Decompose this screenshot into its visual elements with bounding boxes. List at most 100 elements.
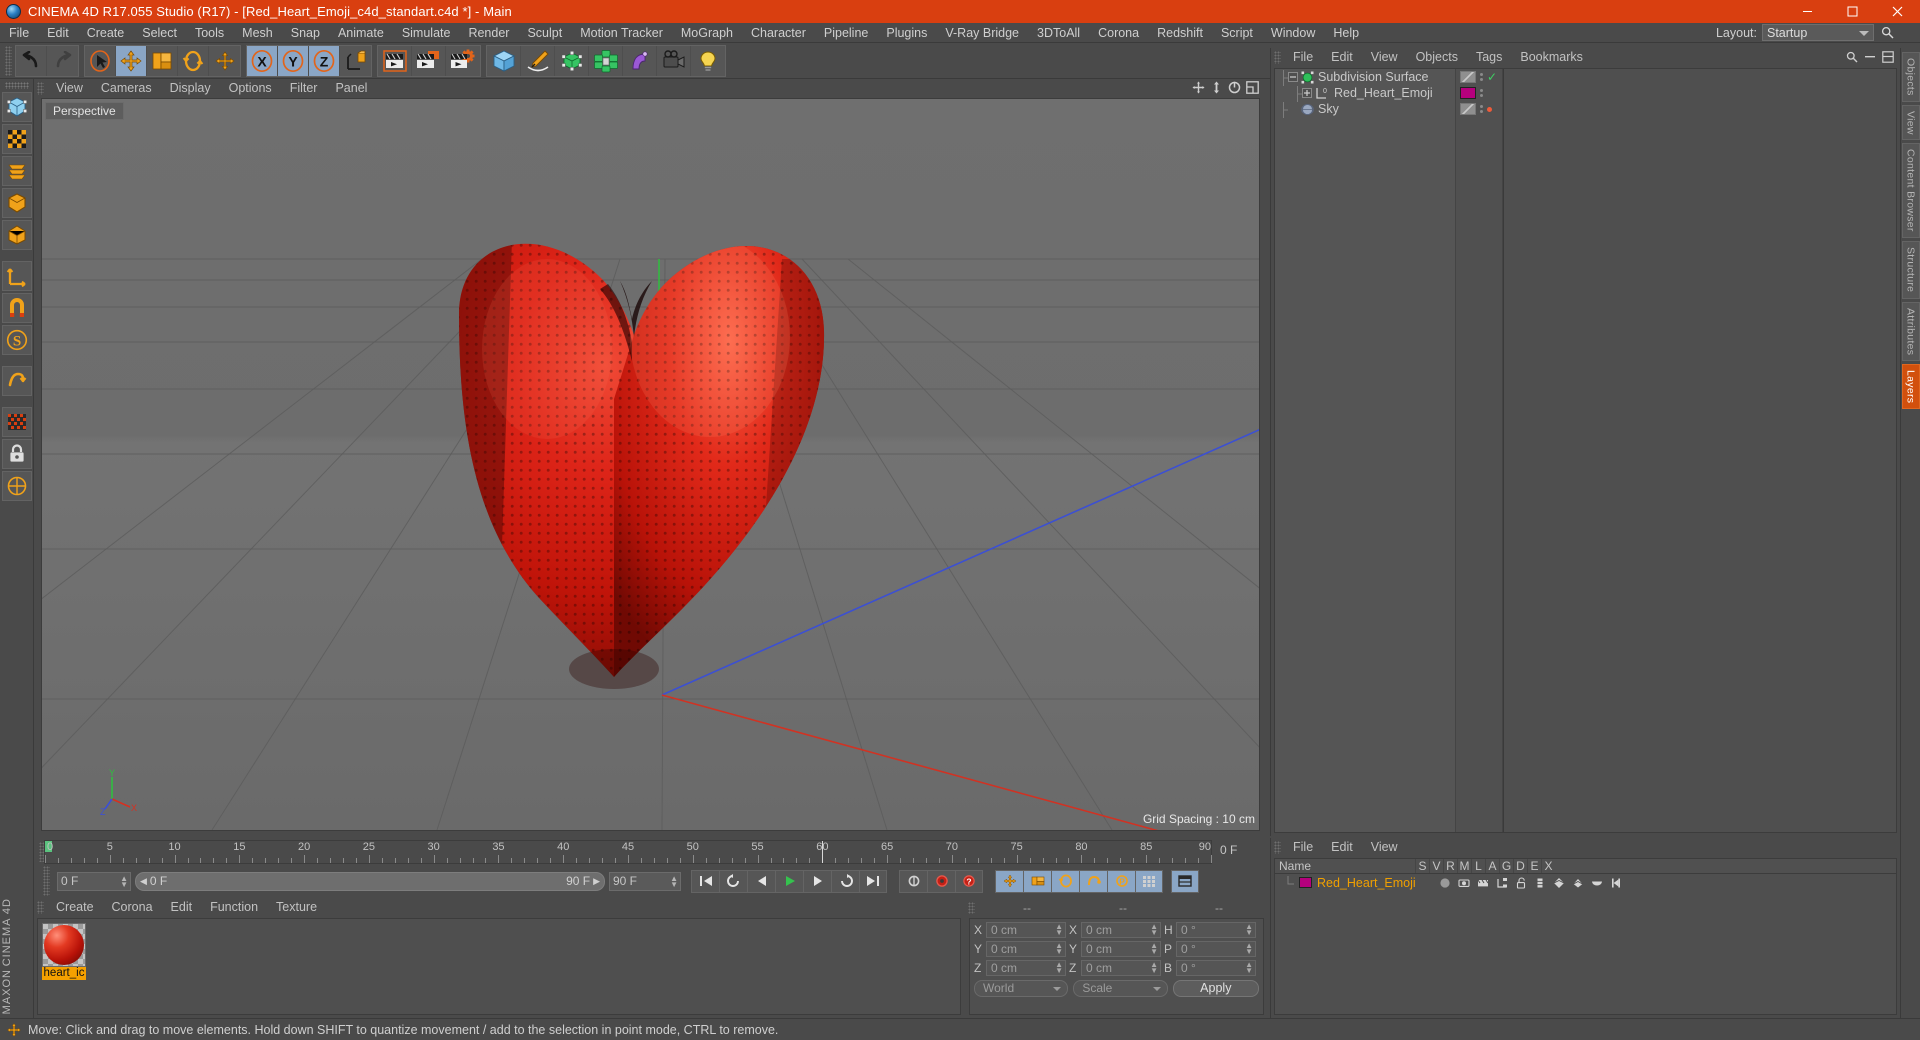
material-name-label[interactable]: heart_ic <box>42 967 86 980</box>
magnet-snap-icon[interactable] <box>1 293 32 323</box>
position-key-icon[interactable] <box>995 869 1023 893</box>
attribute-column-r[interactable]: R <box>1443 859 1457 873</box>
attribute-column-v[interactable]: V <box>1429 859 1443 873</box>
object-item-subdivision-surface[interactable]: Subdivision Surface <box>1275 69 1455 86</box>
autokey-icon[interactable] <box>899 869 927 893</box>
attribute-column-d[interactable]: D <box>1513 859 1527 873</box>
attribute-body[interactable]: Name S V R M L A G D E X Red_Heart_Emoji <box>1274 858 1897 1015</box>
attribute-menu-file[interactable]: File <box>1284 838 1322 857</box>
visible-render-icon[interactable] <box>1476 877 1490 889</box>
menu-item-snap[interactable]: Snap <box>282 23 329 43</box>
pen-spline-icon[interactable] <box>521 45 555 76</box>
size-x-field[interactable]: 0 cm ▲ ▼ <box>1081 922 1161 938</box>
object-manager-menu-edit[interactable]: Edit <box>1322 48 1362 67</box>
spinner-icon[interactable]: ▲ ▼ <box>670 874 678 888</box>
render-picture-icon[interactable] <box>412 45 446 76</box>
rotation-key-icon[interactable] <box>1051 869 1079 893</box>
viewport-menu-filter[interactable]: Filter <box>281 79 327 98</box>
enabled-check-icon[interactable]: ✓ <box>1487 71 1497 83</box>
tag-visibility-dots-icon[interactable] <box>1480 73 1483 81</box>
menu-item-sculpt[interactable]: Sculpt <box>518 23 571 43</box>
viewport-3d-canvas[interactable]: Perspective Grid Spacing : 10 cm Y X Z <box>41 98 1260 831</box>
material-menu-texture[interactable]: Texture <box>267 898 326 917</box>
attribute-menu-view[interactable]: View <box>1362 838 1407 857</box>
menu-item-mograph[interactable]: MoGraph <box>672 23 742 43</box>
spinner-icon[interactable]: ▲ ▼ <box>1055 942 1063 956</box>
spinner-icon[interactable]: ▲ ▼ <box>1245 923 1253 937</box>
viewport-menu-view[interactable]: View <box>47 79 92 98</box>
toolbar-grip[interactable] <box>5 45 12 76</box>
lock-icon[interactable] <box>1 439 32 469</box>
material-menu-function[interactable]: Function <box>201 898 267 917</box>
minimize-icon[interactable] <box>1785 0 1830 23</box>
make-editable-cube-icon[interactable] <box>1 92 32 122</box>
object-tag-cell[interactable]: ✓ <box>1456 69 1502 85</box>
move-arrows-icon[interactable] <box>116 45 147 76</box>
menu-item-select[interactable]: Select <box>133 23 186 43</box>
tag-visibility-dots-icon[interactable] <box>1480 105 1483 113</box>
helper-icon[interactable] <box>1609 877 1623 889</box>
range-right-arrow-icon[interactable]: ▶ <box>593 876 600 887</box>
render-settings-gear-icon[interactable] <box>446 46 480 76</box>
workplane-s-icon[interactable]: S <box>1 325 32 355</box>
deformer-bend-icon[interactable] <box>623 45 657 76</box>
unlock-icon[interactable] <box>1514 877 1528 889</box>
timeline-panel-icon[interactable] <box>1171 869 1199 893</box>
undo-arrow-icon[interactable] <box>16 45 47 76</box>
timeline-ruler[interactable]: 051015202530354045505560657075808590 <box>44 840 1212 864</box>
current-frame-field[interactable]: 0 F ▲ ▼ <box>57 871 131 891</box>
menu-item-mesh[interactable]: Mesh <box>233 23 282 43</box>
dolly-icon[interactable] <box>1210 81 1223 94</box>
move-arrows-icon[interactable] <box>209 46 240 76</box>
rotation-h-field[interactable]: 0 ° ▲ ▼ <box>1176 922 1256 938</box>
scale-key-icon[interactable] <box>1023 869 1051 893</box>
collapse-icon[interactable] <box>1288 72 1298 82</box>
layout-panel-icon[interactable] <box>1882 51 1894 63</box>
attribute-column-a[interactable]: A <box>1485 859 1499 873</box>
position-y-field[interactable]: 0 cm ▲ ▼ <box>986 941 1066 957</box>
range-left-arrow-icon[interactable]: ◀ <box>140 876 147 887</box>
material-manager-grip[interactable] <box>37 901 44 914</box>
right-tab-objects[interactable]: Objects <box>1901 52 1920 102</box>
menu-item-character[interactable]: Character <box>742 23 815 43</box>
right-tab-layers[interactable]: Layers <box>1901 363 1920 410</box>
object-tag-cell[interactable] <box>1456 85 1502 101</box>
tag-swatch-icon[interactable] <box>1460 71 1476 83</box>
menu-item-corona[interactable]: Corona <box>1089 23 1148 43</box>
coordinates-grip[interactable] <box>968 901 975 914</box>
spinner-icon[interactable]: ▲ ▼ <box>1150 961 1158 975</box>
right-tab-attributes[interactable]: Attributes <box>1901 301 1920 361</box>
animation-bar-grip[interactable] <box>43 866 50 896</box>
menu-item-create[interactable]: Create <box>78 23 134 43</box>
spinner-icon[interactable]: ▲ ▼ <box>1245 942 1253 956</box>
rotation-p-field[interactable]: 0 ° ▲ ▼ <box>1176 941 1256 957</box>
close-icon[interactable] <box>1875 0 1920 23</box>
material-item[interactable]: heart_ic <box>42 923 86 980</box>
object-tag-cell[interactable] <box>1456 101 1502 117</box>
render-clapper-icon[interactable] <box>378 45 412 76</box>
menu-item-redshift[interactable]: Redshift <box>1148 23 1212 43</box>
tag-visibility-dots-icon[interactable] <box>1480 89 1483 97</box>
status-dot-icon[interactable] <box>1487 106 1492 112</box>
search-icon[interactable] <box>1879 25 1895 41</box>
minimize-panel-icon[interactable] <box>1864 51 1876 63</box>
attribute-column-g[interactable]: G <box>1499 859 1513 873</box>
right-tab-content-browser[interactable]: Content Browser <box>1901 143 1920 239</box>
menu-item-pipeline[interactable]: Pipeline <box>815 23 877 43</box>
menu-item-simulate[interactable]: Simulate <box>393 23 460 43</box>
object-manager-menu-view[interactable]: View <box>1362 48 1407 67</box>
timeline-marker[interactable] <box>822 841 824 863</box>
axis-z-icon[interactable]: Z <box>309 45 340 76</box>
expand-icon[interactable] <box>1302 88 1312 98</box>
texture-checker-icon[interactable] <box>1 124 32 154</box>
camera-icon[interactable] <box>657 45 691 76</box>
axis-y-icon[interactable]: Y <box>278 45 309 76</box>
cap-icon[interactable] <box>1590 877 1604 889</box>
left-palette-grip[interactable] <box>4 82 29 89</box>
rewind-loop-icon[interactable] <box>719 869 747 893</box>
deform-icon[interactable] <box>1552 877 1566 889</box>
size-y-field[interactable]: 0 cm ▲ ▼ <box>1081 941 1161 957</box>
attribute-row[interactable]: Red_Heart_Emoji <box>1275 874 1896 891</box>
menu-item-script[interactable]: Script <box>1212 23 1262 43</box>
spinner-icon[interactable]: ▲ ▼ <box>1055 961 1063 975</box>
